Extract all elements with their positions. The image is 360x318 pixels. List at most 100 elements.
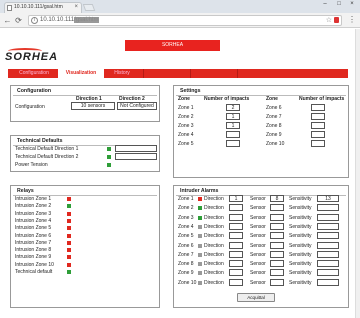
new-tab-button[interactable] [82,4,96,11]
sensor-label: Sensor [250,214,266,221]
acquittal-button[interactable]: Acquittal [237,293,275,302]
settings-zone-label: Zone 5 [178,141,194,147]
impacts-input[interactable] [226,131,240,138]
settings-zone-label: Zone 2 [178,114,194,120]
relay-label: Intrusion Zone 8 [15,247,52,254]
direction-label: Direction [204,233,224,240]
alarm-status-indicator [198,206,202,211]
impacts-input[interactable]: 1 [226,113,240,120]
browser-menu-icon[interactable]: ⋮ [348,14,356,25]
menu-history[interactable]: History [105,69,139,78]
tech-default-dir1-status [107,147,111,151]
sensor-label: Sensor [250,242,266,249]
sensitivity-label: Sensitivity [289,242,312,249]
relay-label: Intrusion Zone 1 [15,196,52,202]
sensitivity-label: Sensitivity [289,270,312,277]
direction-label: Direction [204,205,224,212]
sensor-field [270,250,284,258]
settings-zone-label: Zone 1 [178,105,194,111]
sensor-field [270,232,284,240]
menu-item-5[interactable] [190,69,234,78]
alarm-zone-label: Zone 8 [178,261,194,268]
sorhea-logo: SORHEA [5,51,59,63]
sensitivity-label: Sensitivity [289,261,312,268]
header-banner: SORHEA [125,40,220,51]
impacts-input[interactable] [311,122,325,129]
configuration-panel: Configuration Direction 1 Direction 2 Co… [10,85,160,122]
relay-label: Intrusion Zone 4 [15,217,52,224]
page-scrollbar[interactable] [355,29,360,318]
sensor-label: Sensor [250,251,266,258]
direction-field [229,269,243,277]
direction-label: Direction [204,270,224,277]
alarm-zone-label: Zone 6 [178,242,194,249]
sensor-field [270,204,284,212]
menu-item-4[interactable] [143,69,187,78]
impacts-input[interactable] [311,140,325,147]
impacts-input[interactable]: 1 [226,122,240,129]
impacts-input[interactable] [311,131,325,138]
menu-configuration[interactable]: Configuration [12,69,56,78]
menu-item-6[interactable] [237,69,281,78]
impacts-input[interactable] [226,140,240,147]
alarm-status-indicator [198,224,202,229]
settings-zone-label: Zone 8 [266,123,282,129]
extension-icon[interactable] [334,17,339,23]
sensitivity-label: Sensitivity [289,233,312,240]
bookmark-star-icon[interactable]: ☆ [326,16,332,25]
sensitivity-field [317,232,339,240]
sensor-label: Sensor [250,270,266,277]
browser-tab[interactable]: 10.10.10.111/gsal.htm × [4,2,82,13]
impacts-input[interactable] [311,104,325,111]
direction-label: Direction [204,242,224,249]
info-icon[interactable]: i [31,17,38,24]
relay-label: Technical default [15,269,53,275]
minimize-icon[interactable]: – [320,1,330,7]
close-tab-icon[interactable]: × [74,3,78,12]
sensor-label: Sensor [250,205,266,212]
settings-zone-label: Zone 10 [266,141,285,147]
menu-visualization[interactable]: Visualization [58,69,104,78]
direction-field [229,278,243,286]
alarm-status-indicator [198,271,202,276]
sensitivity-field [317,222,339,230]
sensitivity-field: 13 [317,195,339,202]
power-tension-status [107,163,111,167]
close-window-icon[interactable]: × [347,1,357,7]
settings-zone-label: Zone 6 [266,105,282,111]
relay-status-indicator [67,270,71,274]
impacts-input[interactable]: 2 [226,104,240,111]
sensor-field [270,269,284,277]
relay-label: Intrusion Zone 5 [15,225,52,232]
reload-icon[interactable]: ⟳ [14,16,23,25]
relay-status-indicator [67,218,71,223]
sensor-label: Sensor [250,279,266,286]
direction-field: 1 [229,195,243,202]
alarm-zone-label: Zone 3 [178,214,194,221]
url-host: 10.10.10.111 [40,17,75,23]
sensor-label: Sensor [250,261,266,268]
intruder-alarms-panel: Intruder Alarms Zone 1 Direction 1 Sensor 8 S… [173,185,349,308]
back-icon[interactable]: ← [3,16,12,25]
alarm-zone-label: Zone 4 [178,223,194,230]
sensor-label: Sensor [250,233,266,240]
main-menu: Configuration Visualization History [8,69,348,78]
direction-field [229,213,243,221]
relay-status-indicator [67,226,71,231]
maximize-icon[interactable]: □ [334,1,344,7]
impacts-input[interactable] [311,113,325,120]
url-field[interactable]: i 10.10.10.111/gsal.htm ☆ [28,15,342,26]
configuration-row-label: Configuration [15,104,45,110]
settings-zone-label: Zone 3 [178,123,194,129]
relay-label: Intrusion Zone 10 [15,261,54,268]
sensitivity-field [317,241,339,249]
settings-impacts-header-left: Number of impacts [204,96,250,102]
sensor-field [270,241,284,249]
alarm-zone-label: Zone 2 [178,205,194,212]
direction1-value: 10 sensors [71,102,115,110]
relay-status-indicator [67,233,71,238]
direction-field [229,232,243,240]
direction-label: Direction [204,196,224,202]
relays-panel: Relays Intrusion Zone 1 Intrusion Zone 2I… [10,185,160,308]
direction-field [229,204,243,212]
